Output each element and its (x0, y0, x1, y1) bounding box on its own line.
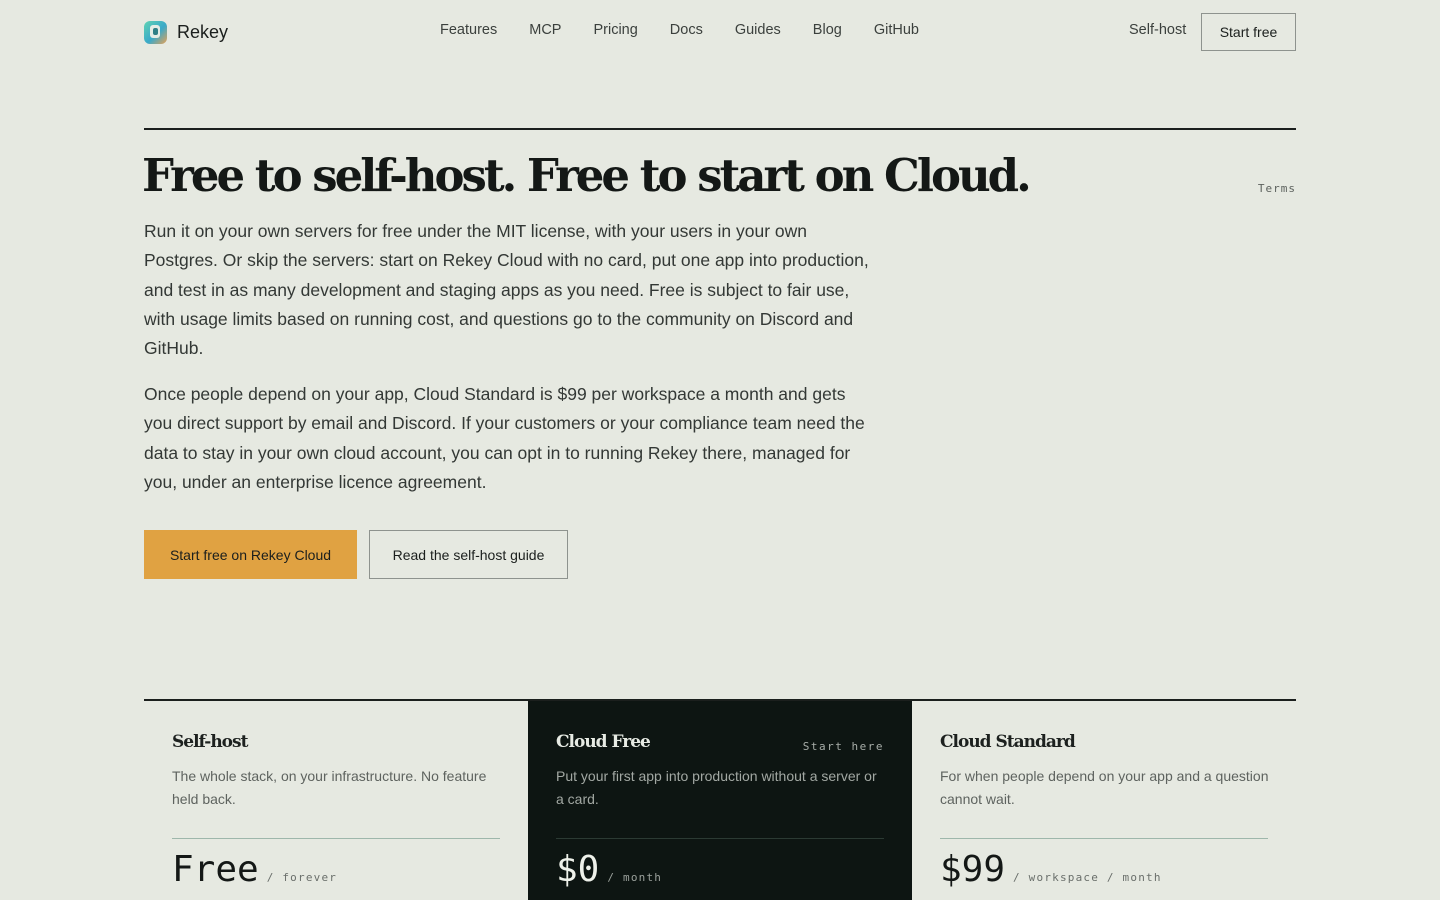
main-nav: Features MCP Pricing Docs Guides Blog Gi… (440, 22, 919, 38)
site-header: Rekey Features MCP Pricing Docs Guides B… (0, 0, 1440, 64)
plan-price: Free / forever (172, 849, 337, 890)
plan-price: $99 / workspace / month (940, 849, 1162, 890)
plan-description: Put your first app into production witho… (556, 768, 877, 807)
nav-item-blog[interactable]: Blog (813, 22, 842, 38)
page-title: Free to self-host. Free to start on Clou… (142, 149, 1032, 202)
plan-divider (556, 838, 884, 839)
price-unit: / forever (266, 871, 338, 884)
start-free-cloud-button[interactable]: Start free on Rekey Cloud (144, 530, 357, 579)
plan-tag: Start here (802, 740, 884, 753)
plan-name: Self-host (172, 732, 248, 752)
hero-divider (144, 128, 1296, 130)
terms-link[interactable]: Terms (1258, 182, 1296, 195)
plan-card-cloud-free: Cloud Free Start here Put your first app… (528, 701, 912, 900)
nav-item-mcp[interactable]: MCP (529, 22, 561, 38)
plan-price: $0 / month (556, 849, 662, 890)
price-unit: / month (607, 871, 663, 884)
nav-item-guides[interactable]: Guides (735, 22, 781, 38)
plan-description: The whole stack, on your infrastructure.… (172, 768, 487, 807)
plan-name: Cloud Free (556, 732, 651, 752)
price-unit: / workspace / month (1013, 871, 1162, 884)
rekey-logo-icon (144, 20, 167, 44)
nav-item-github[interactable]: GitHub (874, 22, 919, 38)
price-amount: Free (172, 849, 259, 890)
self-host-guide-button[interactable]: Read the self-host guide (369, 530, 568, 579)
nav-item-features[interactable]: Features (440, 22, 497, 38)
plan-description: For when people depend on your app and a… (940, 768, 1269, 807)
plan-card-self-host: Self-host The whole stack, on your infra… (144, 701, 528, 900)
hero-paragraph-intro: Run it on your own servers for free unde… (144, 221, 869, 359)
brand-link[interactable]: Rekey (144, 19, 228, 45)
nav-item-docs[interactable]: Docs (670, 22, 703, 38)
plan-card-cloud-standard: Cloud Standard For when people depend on… (912, 701, 1296, 900)
plan-divider (172, 838, 500, 839)
self-host-link[interactable]: Self-host (1129, 22, 1186, 38)
plan-divider (940, 838, 1268, 839)
plan-name: Cloud Standard (940, 732, 1076, 752)
start-free-button[interactable]: Start free (1201, 13, 1296, 51)
brand-name: Rekey (177, 21, 229, 42)
price-amount: $99 (940, 849, 1006, 890)
hero-paragraph-standard: Once people depend on your app, Cloud St… (144, 384, 865, 492)
nav-item-pricing[interactable]: Pricing (593, 22, 637, 38)
price-amount: $0 (556, 849, 600, 890)
